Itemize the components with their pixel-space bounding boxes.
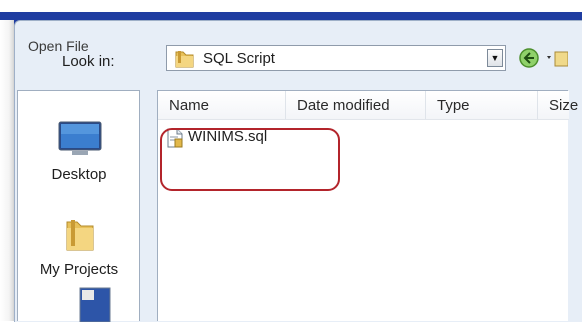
column-header-type-label: Type <box>437 97 470 114</box>
place-desktop-label: Desktop <box>51 166 107 183</box>
folder-icon <box>63 216 97 259</box>
column-header-name-label: Name <box>169 97 210 114</box>
column-header-name[interactable]: Name <box>158 91 286 119</box>
top-band <box>0 0 582 12</box>
window-edge <box>0 20 14 321</box>
look-in-dropdown[interactable]: SQL Script ▼ <box>166 45 506 71</box>
column-header-date-modified[interactable]: Date modified <box>286 91 426 119</box>
place-my-projects-label: My Projects <box>39 261 119 278</box>
places-bar: Desktop My Projects <box>17 90 140 323</box>
look-in-value: SQL Script <box>203 50 275 67</box>
look-in-label: Look in: <box>62 53 115 70</box>
file-list: Name Date modified Type Size WINIMS.sql <box>157 90 578 321</box>
desktop-icon <box>58 121 102 162</box>
highlight-annotation <box>160 128 340 191</box>
header-divider <box>158 119 569 120</box>
column-header-size[interactable]: Size <box>538 91 578 119</box>
views-menu-icon[interactable] <box>546 50 569 68</box>
folder-icon <box>173 50 195 73</box>
column-header-type[interactable]: Type <box>426 91 538 119</box>
column-header-size-label: Size <box>549 97 579 114</box>
dialog-title: Open File <box>28 38 89 54</box>
back-icon[interactable] <box>518 47 540 69</box>
chevron-down-icon[interactable]: ▼ <box>487 49 503 67</box>
column-header-date-modified-label: Date modified <box>297 97 390 114</box>
